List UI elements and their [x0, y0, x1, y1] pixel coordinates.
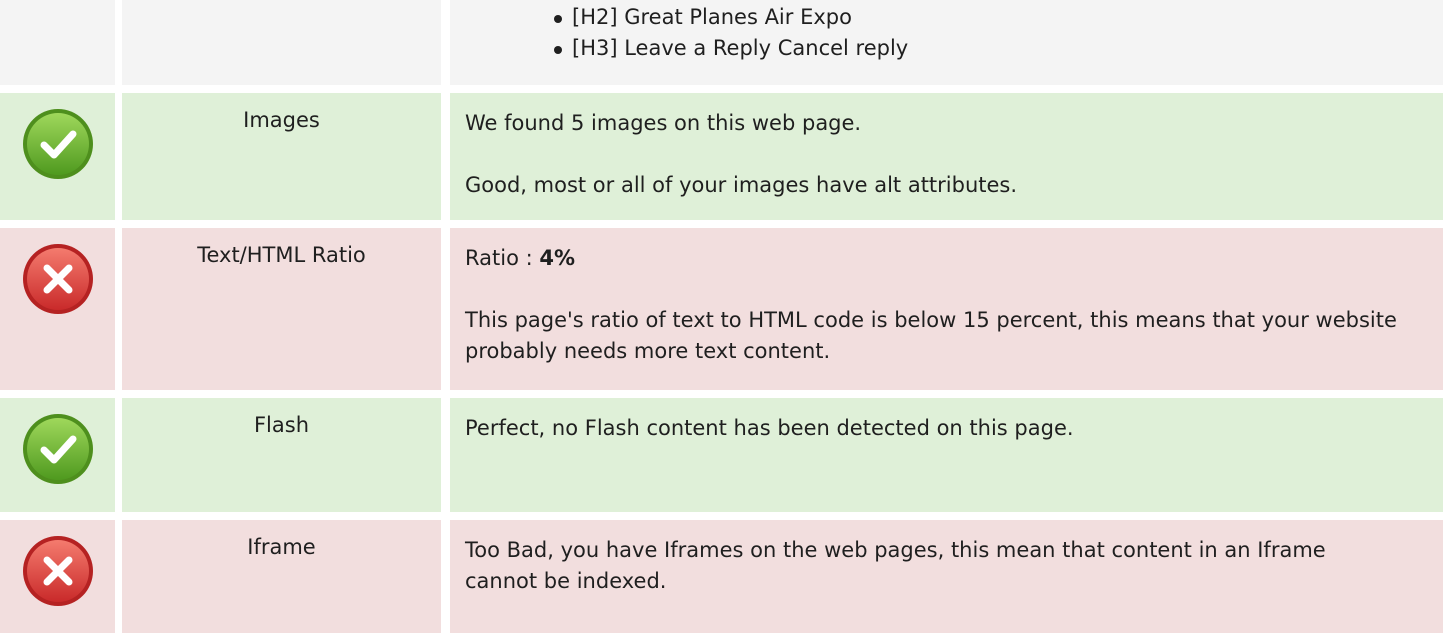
row-label: Flash — [253, 413, 310, 437]
ratio-status-cell — [0, 228, 115, 390]
row-label: Text/HTML Ratio — [197, 243, 366, 267]
ratio-line: Ratio : 4% — [465, 228, 1403, 274]
images-label-cell: Images — [122, 93, 441, 220]
result-text: This page's ratio of text to HTML code i… — [465, 308, 1397, 363]
ratio-prefix: Ratio : — [465, 246, 540, 270]
iframe-label-cell: Iframe — [122, 520, 441, 633]
iframe-row: Iframe Too Bad, you have Iframes on the … — [0, 520, 1443, 633]
seo-report-table: [H2] Great Planes Air Expo [H3] Leave a … — [0, 0, 1443, 633]
result-text: Perfect, no Flash content has been detec… — [465, 416, 1074, 440]
headings-label-cell — [122, 0, 441, 85]
result-text: Too Bad, you have Iframes on the web pag… — [465, 538, 1326, 593]
iframe-status-cell — [0, 520, 115, 633]
ratio-label-cell: Text/HTML Ratio — [122, 228, 441, 390]
flash-row: Flash Perfect, no Flash content has been… — [0, 398, 1443, 512]
heading-item: [H2] Great Planes Air Expo — [552, 2, 1403, 33]
check-icon — [22, 109, 93, 179]
headings-list: [H2] Great Planes Air Expo [H3] Leave a … — [465, 0, 1403, 64]
flash-label-cell: Flash — [122, 398, 441, 512]
headings-content-cell: [H2] Great Planes Air Expo [H3] Leave a … — [450, 0, 1443, 85]
row-label: Iframe — [247, 535, 316, 559]
ratio-value: 4% — [539, 246, 575, 270]
headings-row: [H2] Great Planes Air Expo [H3] Leave a … — [0, 0, 1443, 85]
heading-item: [H3] Leave a Reply Cancel reply — [552, 33, 1403, 64]
ratio-content-cell: Ratio : 4% This page's ratio of text to … — [450, 228, 1443, 390]
cross-icon — [22, 244, 93, 314]
flash-content-cell: Perfect, no Flash content has been detec… — [450, 398, 1443, 512]
result-text: We found 5 images on this web page. — [465, 111, 862, 135]
images-content-cell: We found 5 images on this web page. Good… — [450, 93, 1443, 220]
check-icon — [22, 414, 93, 484]
images-status-cell — [0, 93, 115, 220]
row-label: Images — [243, 108, 320, 132]
text-html-ratio-row: Text/HTML Ratio Ratio : 4% This page's r… — [0, 228, 1443, 390]
headings-icon-cell — [0, 0, 115, 85]
iframe-content-cell: Too Bad, you have Iframes on the web pag… — [450, 520, 1443, 633]
cross-icon — [22, 536, 93, 606]
flash-status-cell — [0, 398, 115, 512]
result-text: Good, most or all of your images have al… — [465, 173, 1018, 197]
images-row: Images We found 5 images on this web pag… — [0, 93, 1443, 220]
